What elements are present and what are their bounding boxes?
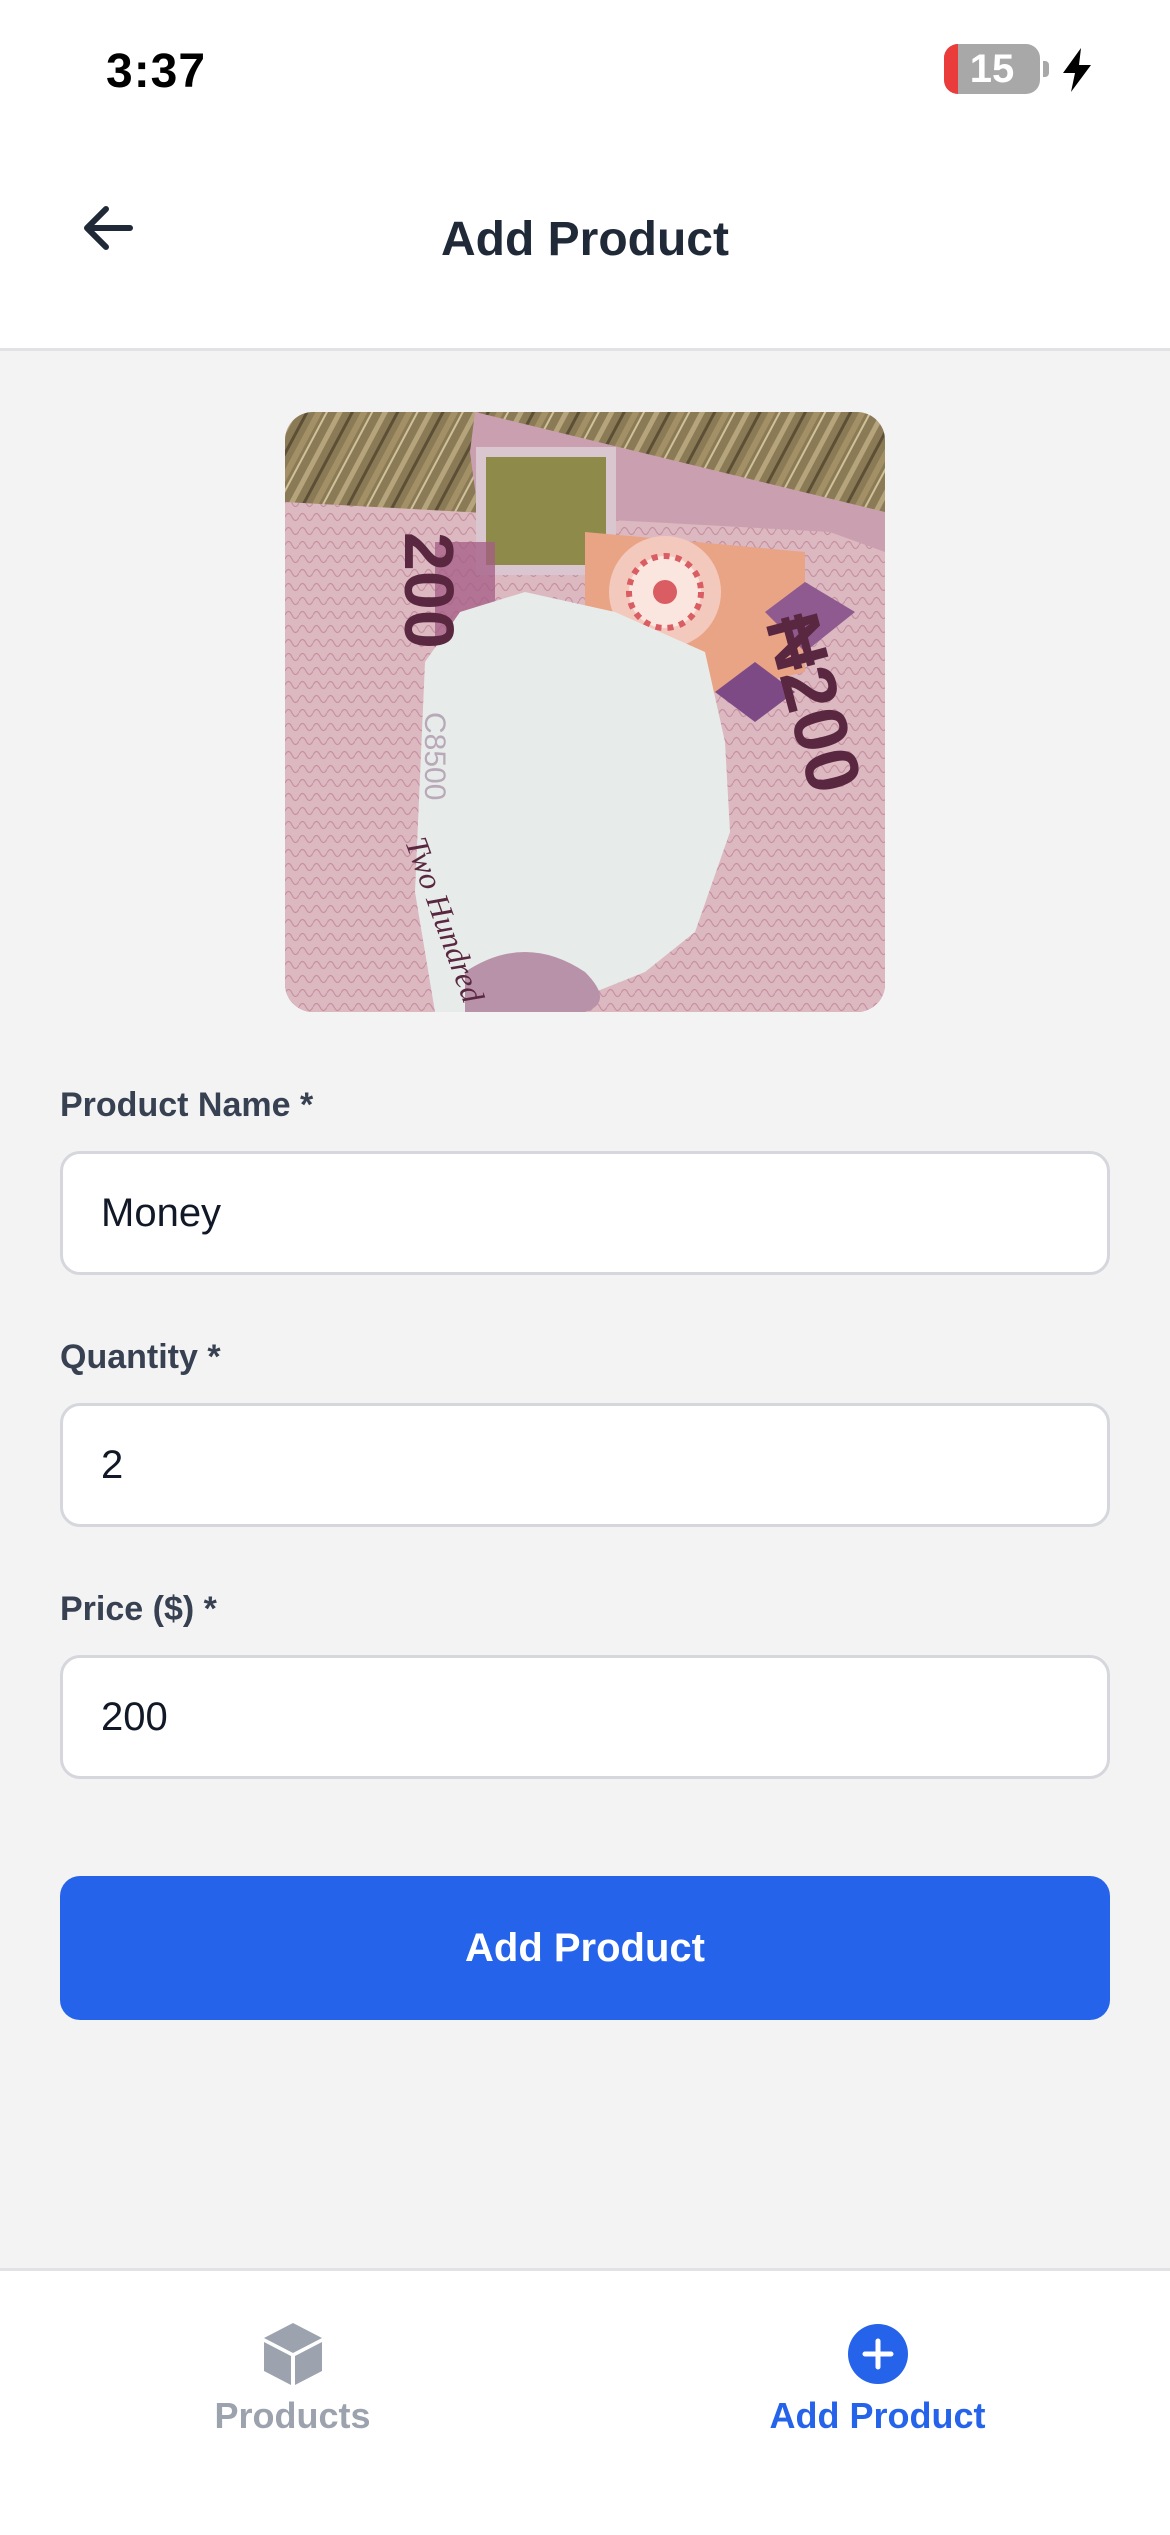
price-input[interactable] bbox=[60, 1655, 1110, 1779]
product-name-input[interactable] bbox=[60, 1151, 1110, 1275]
add-product-button[interactable]: Add Product bbox=[60, 1876, 1110, 2020]
back-button[interactable] bbox=[60, 180, 156, 276]
banknote-photo: Two Hundred 200 C8500 ₦200 bbox=[285, 412, 885, 1012]
arrow-left-icon bbox=[84, 206, 133, 250]
svg-text:C8500: C8500 bbox=[418, 712, 451, 800]
battery-cap bbox=[1043, 61, 1049, 77]
tab-label-add-product: Add Product bbox=[769, 2395, 986, 2436]
nav-header: Add Product bbox=[0, 140, 1170, 351]
product-name-label: Product Name * bbox=[60, 1086, 314, 1124]
product-image[interactable]: Two Hundred 200 C8500 ₦200 bbox=[285, 412, 885, 1012]
status-bar: 3:37 15 bbox=[0, 0, 1170, 140]
quantity-label: Quantity * bbox=[60, 1338, 221, 1376]
tab-add-product[interactable]: Add Product bbox=[585, 2271, 1170, 2471]
bottom-tab-bar: Products Add Product bbox=[0, 2268, 1170, 2535]
tab-label-products: Products bbox=[214, 2395, 371, 2436]
bolt-icon bbox=[1063, 48, 1091, 92]
tab-products[interactable]: Products bbox=[0, 2271, 585, 2471]
plus-circle-icon bbox=[848, 2324, 908, 2384]
status-time: 3:37 bbox=[106, 45, 207, 98]
quantity-input[interactable] bbox=[60, 1403, 1110, 1527]
price-label: Price ($) * bbox=[60, 1590, 217, 1628]
cube-icon bbox=[264, 2323, 322, 2385]
svg-text:200: 200 bbox=[390, 532, 468, 649]
battery-level: 15 bbox=[969, 47, 1015, 91]
battery-icon: 15 bbox=[944, 44, 1040, 94]
page-title: Add Product bbox=[441, 213, 729, 266]
